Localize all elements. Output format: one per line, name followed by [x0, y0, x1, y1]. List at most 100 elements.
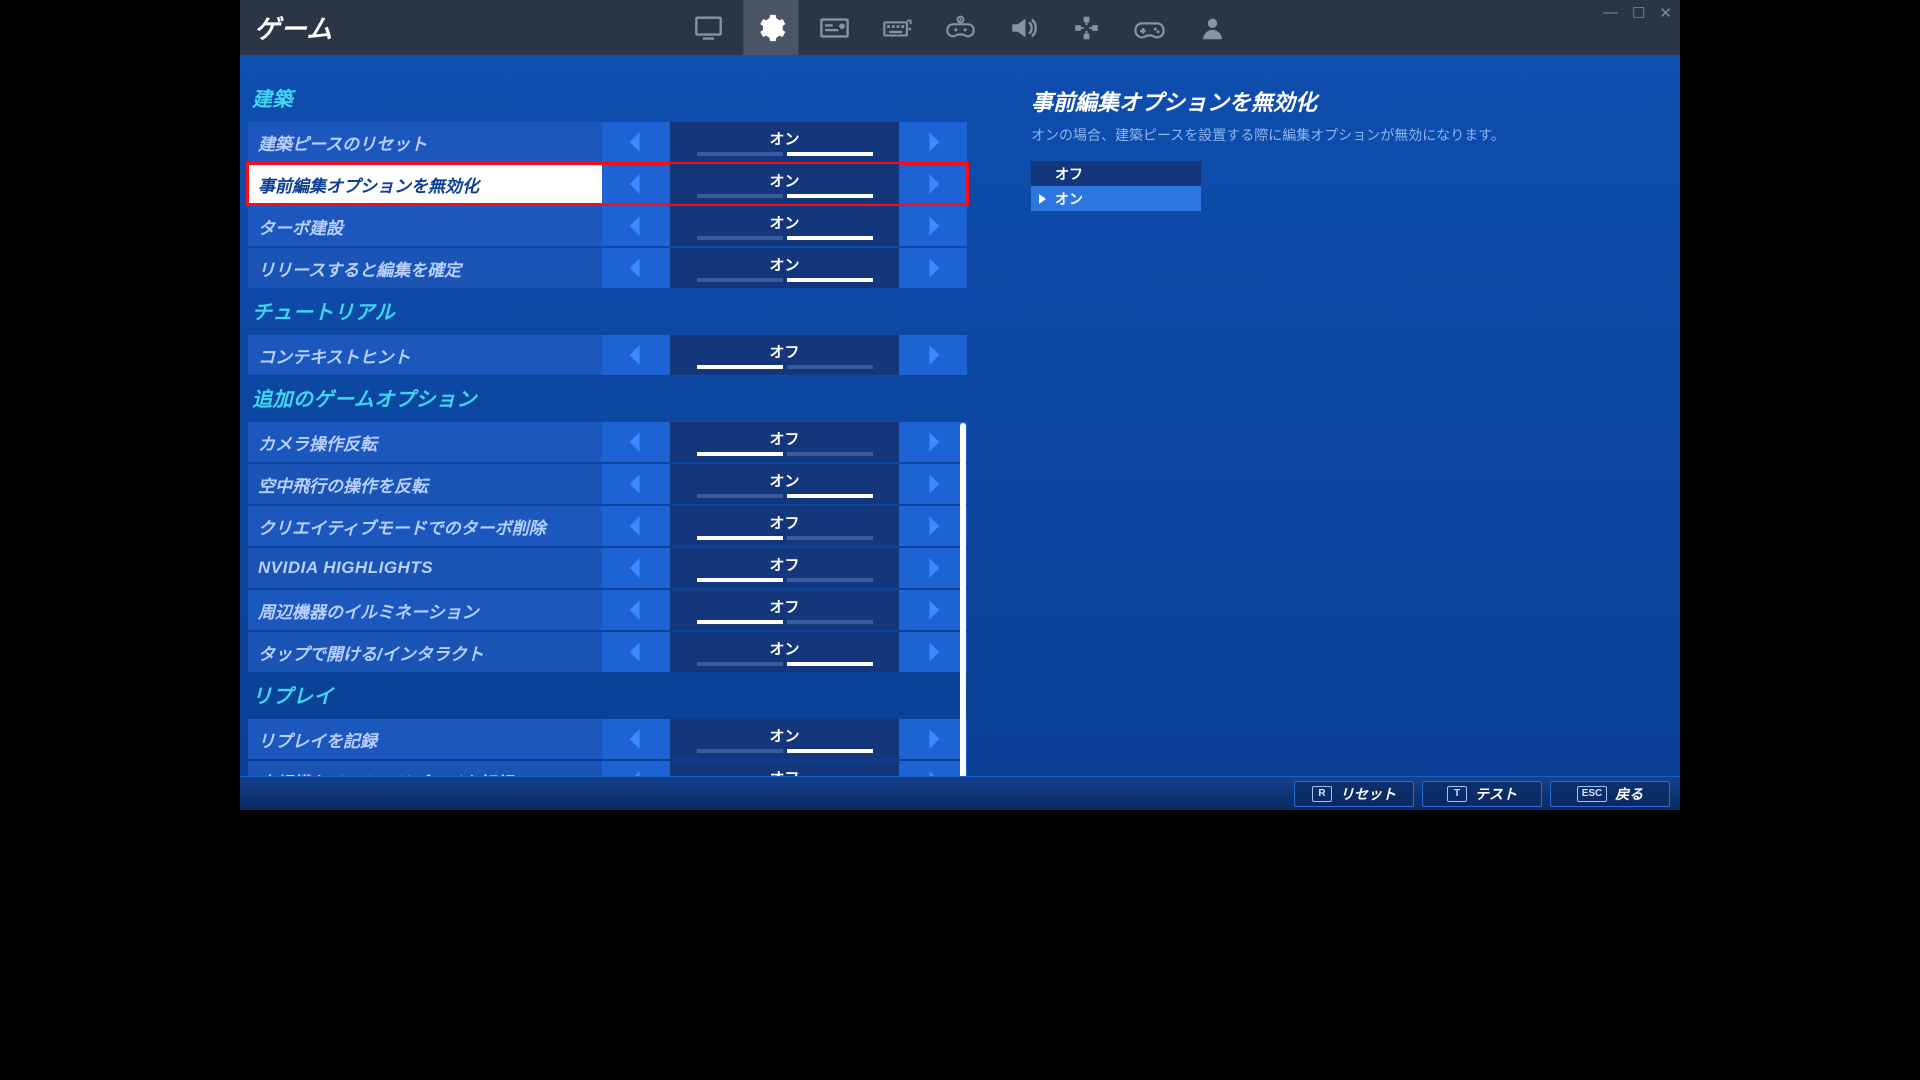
setting-row[interactable]: 建築ピースのリセットオン: [248, 122, 967, 162]
setting-row[interactable]: 事前編集オプションを無効化 オン: [248, 164, 967, 204]
option-item[interactable]: オン: [1031, 186, 1201, 211]
setting-value-label: オン: [769, 638, 799, 659]
setting-value-label: オン: [769, 254, 799, 275]
setting-value: オン: [670, 719, 899, 759]
setting-value: オフ: [670, 335, 899, 375]
setting-label: クリエイティブモードでのターボ削除: [248, 506, 602, 546]
section-title: チュートリアル: [248, 290, 967, 335]
settings-tabstrip: [681, 0, 1240, 55]
setting-row[interactable]: クリエイティブモードでのターボ削除 オフ: [248, 506, 967, 546]
value-indicator: [695, 152, 875, 156]
setting-value: オン: [670, 206, 899, 246]
tab-accessibility[interactable]: [1059, 0, 1114, 55]
value-indicator: [695, 578, 875, 582]
value-indicator: [695, 662, 875, 666]
setting-value: オン: [670, 122, 899, 162]
setting-value-label: オフ: [769, 512, 799, 533]
setting-row[interactable]: ターボ建設オン: [248, 206, 967, 246]
setting-value-label: オフ: [769, 767, 799, 776]
tab-name-tags[interactable]: [807, 0, 862, 55]
setting-value-label: オフ: [769, 554, 799, 575]
setting-value-label: オフ: [769, 341, 799, 362]
scrollbar-thumb[interactable]: [960, 423, 966, 797]
arrow-right-icon[interactable]: [899, 122, 967, 162]
arrow-right-icon[interactable]: [899, 590, 967, 630]
setting-value: オン: [670, 632, 899, 672]
window-close-icon[interactable]: ✕: [1659, 4, 1672, 22]
setting-row[interactable]: リリースすると編集を確定 オン: [248, 248, 967, 288]
setting-value: オン: [670, 164, 899, 204]
footer-bar: R リセット T テスト ESC 戻る: [240, 776, 1680, 810]
setting-row[interactable]: NVIDIA HIGHLIGHTS オフ: [248, 548, 967, 588]
arrow-left-icon[interactable]: [602, 335, 670, 375]
value-indicator: [695, 236, 875, 240]
arrow-left-icon[interactable]: [602, 248, 670, 288]
tab-audio[interactable]: [996, 0, 1051, 55]
page-title: ゲーム: [254, 9, 333, 46]
section-title: 追加のゲームオプション: [248, 377, 967, 422]
tab-settings[interactable]: [744, 0, 799, 55]
arrow-right-icon[interactable]: [899, 761, 967, 776]
setting-label: カメラ操作反転: [248, 422, 602, 462]
setting-row[interactable]: 空中飛行の操作を反転オン: [248, 464, 967, 504]
back-button[interactable]: ESC 戻る: [1550, 781, 1670, 807]
arrow-left-icon[interactable]: [602, 590, 670, 630]
window-buttons: — ☐ ✕: [1603, 4, 1672, 22]
setting-row[interactable]: リプレイを記録オン: [248, 719, 967, 759]
arrow-right-icon[interactable]: [899, 464, 967, 504]
tab-controller[interactable]: [1122, 0, 1177, 55]
setting-label: 大規模なチームのリプレイを記録: [248, 761, 602, 776]
reset-label: リセット: [1340, 784, 1396, 804]
setting-row[interactable]: コンテキストヒントオフ: [248, 335, 967, 375]
window-minimize-icon[interactable]: —: [1603, 4, 1618, 22]
arrow-right-icon[interactable]: [899, 164, 967, 204]
arrow-left-icon[interactable]: [602, 548, 670, 588]
arrow-left-icon[interactable]: [602, 761, 670, 776]
test-label: テスト: [1475, 784, 1517, 804]
arrow-left-icon[interactable]: [602, 464, 670, 504]
arrow-right-icon[interactable]: [899, 632, 967, 672]
arrow-left-icon[interactable]: [602, 632, 670, 672]
keycap-t: T: [1447, 786, 1467, 802]
back-label: 戻る: [1615, 784, 1643, 804]
section-title: リプレイ: [248, 674, 967, 719]
setting-row[interactable]: カメラ操作反転 オフ: [248, 422, 967, 462]
arrow-right-icon[interactable]: [899, 548, 967, 588]
value-indicator: [695, 536, 875, 540]
setting-value: オフ: [670, 422, 899, 462]
top-bar: ゲーム — ☐ ✕: [240, 0, 1680, 55]
option-item[interactable]: オフ: [1031, 161, 1201, 186]
setting-label: リリースすると編集を確定: [248, 248, 602, 288]
arrow-left-icon[interactable]: [602, 122, 670, 162]
setting-value-label: オフ: [769, 428, 799, 449]
arrow-left-icon[interactable]: [602, 206, 670, 246]
setting-row[interactable]: タップで開ける/インタラクトオン: [248, 632, 967, 672]
arrow-right-icon[interactable]: [899, 248, 967, 288]
value-indicator: [695, 365, 875, 369]
arrow-right-icon[interactable]: [899, 206, 967, 246]
tab-keyboard[interactable]: [870, 0, 925, 55]
arrow-left-icon[interactable]: [602, 164, 670, 204]
arrow-left-icon[interactable]: [602, 506, 670, 546]
arrow-right-icon[interactable]: [899, 422, 967, 462]
arrow-right-icon[interactable]: [899, 506, 967, 546]
setting-label: NVIDIA HIGHLIGHTS: [248, 548, 602, 588]
setting-row[interactable]: 周辺機器のイルミネーションオフ: [248, 590, 967, 630]
arrow-right-icon[interactable]: [899, 719, 967, 759]
setting-value-label: オン: [769, 212, 799, 233]
tab-controller-config[interactable]: [933, 0, 988, 55]
keycap-esc: ESC: [1577, 786, 1608, 802]
arrow-left-icon[interactable]: [602, 719, 670, 759]
description-panel: 事前編集オプションを無効化 オンの場合、建築ピースを設置する際に編集オプションが…: [975, 55, 1680, 776]
arrow-right-icon[interactable]: [899, 335, 967, 375]
setting-row[interactable]: 大規模なチームのリプレイを記録 オフ: [248, 761, 967, 776]
tab-display[interactable]: [681, 0, 736, 55]
arrow-left-icon[interactable]: [602, 422, 670, 462]
reset-button[interactable]: R リセット: [1294, 781, 1414, 807]
window-maximize-icon[interactable]: ☐: [1632, 4, 1645, 22]
setting-value-label: オン: [769, 170, 799, 191]
tab-account[interactable]: [1185, 0, 1240, 55]
setting-label: 事前編集オプションを無効化: [248, 164, 602, 204]
setting-value: オン: [670, 464, 899, 504]
test-button[interactable]: T テスト: [1422, 781, 1542, 807]
